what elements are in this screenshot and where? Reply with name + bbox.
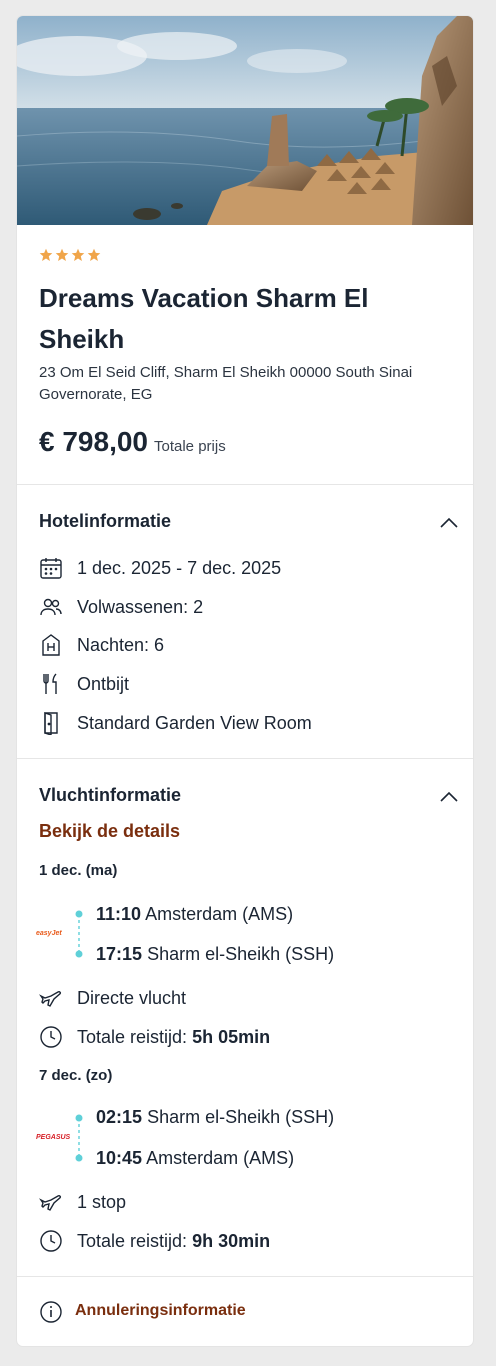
price-block: € 798,00 Totale prijs [39,426,226,458]
plane-icon [39,1190,65,1214]
flight-timeline [75,910,83,958]
board-row: Ontbijt [39,672,129,696]
divider [17,484,473,485]
divider [17,1276,473,1277]
chevron-up-icon[interactable] [439,516,459,530]
return-duration: Totale reistijd: 9h 30min [77,1230,271,1251]
star-rating [39,248,101,262]
adults: Volwassenen: 2 [77,596,204,617]
clock-icon [39,1229,65,1253]
hotel-name: Dreams Vacation Sharm El Sheikh [39,283,369,354]
return-date: 7 dec. (zo) [39,1067,113,1084]
hotel-card: Dreams Vacation Sharm El Sheikh 23 Om El… [17,16,473,1346]
easyjet-logo: easyJet [36,930,62,937]
return-flight-type: 1 stop [77,1191,127,1212]
door-icon [39,711,65,735]
outbound-date: 1 dec. (ma) [39,862,118,879]
hotel-photo [17,16,473,225]
outbound-duration: Totale reistijd: 5h 05min [77,1026,271,1047]
chevron-up-icon[interactable] [439,790,459,804]
outbound-arrival: 17:15 Sharm el-Sheikh (SSH) [96,944,335,964]
return-arrival: 10:45 Amsterdam (AMS) [96,1148,295,1168]
total-price: € 798,00 [39,426,148,457]
return-type-row: 1 stop [39,1190,126,1214]
star-icon [55,248,69,261]
hotel-dates-row: 1 dec. 2025 - 7 dec. 2025 [39,556,281,580]
adults-row: Volwassenen: 2 [39,595,203,619]
clock-icon [39,1025,65,1049]
divider [17,758,473,759]
outbound-duration-row: Totale reistijd: 5h 05min [39,1025,270,1049]
outbound-departure: 11:10 Amsterdam (AMS) [96,904,294,924]
star-icon [39,248,53,261]
total-price-label: Totale prijs [154,438,226,455]
calendar-icon [39,556,65,580]
return-departure: 02:15 Sharm el-Sheikh (SSH) [96,1107,335,1127]
outbound-flight-type: Directe vlucht [77,987,187,1008]
hotel-dates: 1 dec. 2025 - 7 dec. 2025 [77,557,282,578]
nights: Nachten: 6 [77,634,165,655]
plane-icon [39,986,65,1010]
board: Ontbijt [77,673,130,694]
info-icon [40,1301,62,1323]
outbound-type-row: Directe vlucht [39,986,186,1010]
hotel-icon [39,633,65,657]
hotel-info-title: Hotelinformatie [39,511,172,531]
flight-timeline [75,1114,83,1162]
room-type: Standard Garden View Room [77,712,312,733]
cancellation-info-link[interactable]: Annuleringsinformatie [75,1302,246,1320]
pegasus-logo: PEGASUS [36,1134,71,1141]
star-icon [87,248,101,261]
cutlery-icon [39,672,65,696]
flight-info-title: Vluchtinformatie [39,785,182,805]
nights-row: Nachten: 6 [39,633,164,657]
room-row: Standard Garden View Room [39,711,312,735]
view-details-link[interactable]: Bekijk de details [39,821,180,842]
return-duration-row: Totale reistijd: 9h 30min [39,1229,270,1253]
users-icon [39,595,65,619]
hotel-address: 23 Om El Seid Cliff, Sharm El Sheikh 000… [39,364,413,403]
star-icon [71,248,85,261]
